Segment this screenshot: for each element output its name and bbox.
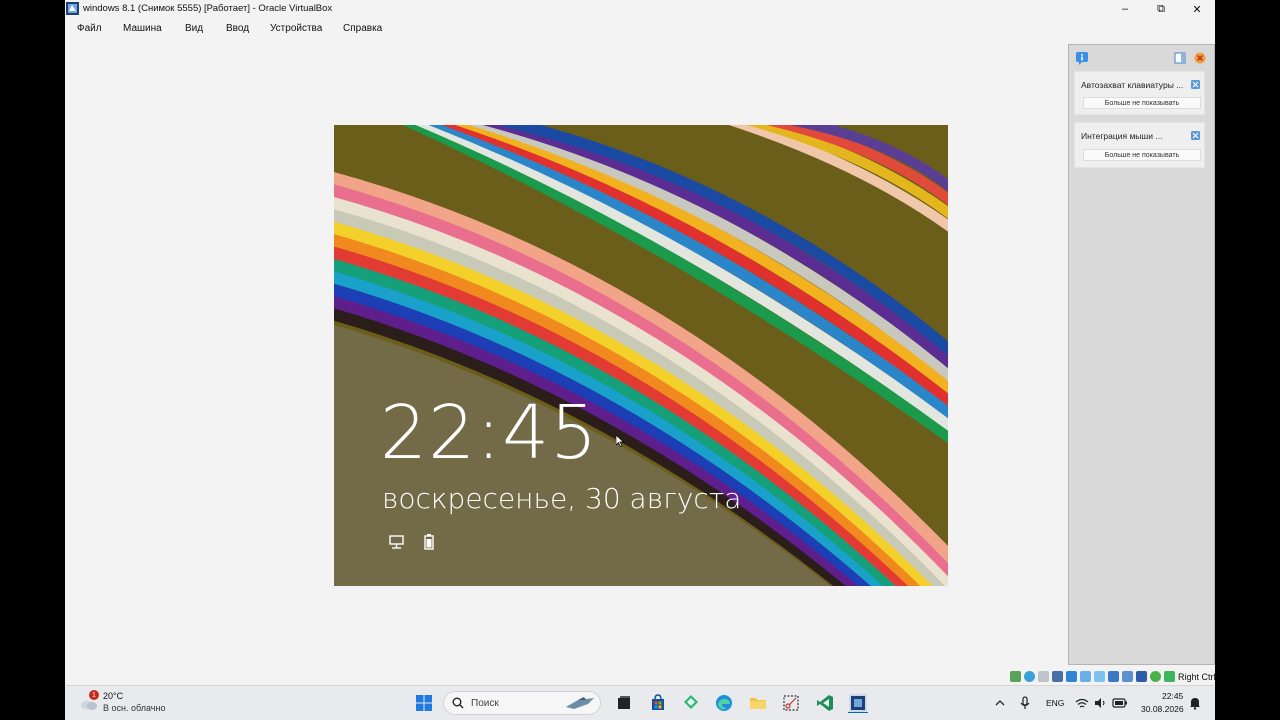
notification-mouse-integration: Интеграция мыши ... Больше не показывать [1074,122,1205,168]
language-indicator[interactable]: ENG [1046,698,1064,708]
menu-input[interactable]: Ввод [226,23,249,34]
host-taskbar: 1 20°C В осн. облачно Поиск ENG 22:45 30… [65,685,1215,720]
minimize-button[interactable]: – [1107,0,1143,18]
menu-help[interactable]: Справка [343,23,382,34]
close-icon[interactable] [1191,80,1200,89]
file-explorer-icon[interactable] [748,693,768,713]
tray-clock-time[interactable]: 22:45 [1162,691,1183,701]
search-icon [452,697,464,709]
toggle-panel-icon[interactable] [1173,51,1187,65]
notification-bell-icon[interactable] [1188,693,1202,713]
restore-button[interactable]: ⧉ [1143,0,1179,18]
title-bar[interactable]: windows 8.1 (Снимок 5555) [Работает] - O… [65,0,1215,18]
snipping-tool-icon[interactable] [781,693,801,713]
info-icon[interactable] [1075,51,1089,65]
audio-icon[interactable] [1052,671,1063,682]
battery-icon [424,534,434,550]
copilot-icon[interactable] [681,693,701,713]
cpu-icon[interactable] [1136,671,1147,682]
menu-file[interactable]: Файл [77,23,102,34]
vm-status-bar: Right Ctrl [1010,669,1215,685]
menu-view[interactable]: Вид [185,23,203,34]
keyboard-capture-icon[interactable] [1164,671,1175,682]
lock-screen-time: 22:45 [380,390,599,476]
lock-screen-date: воскресенье, 30 августа [382,482,742,515]
floppy-icon[interactable] [1038,671,1049,682]
search-box[interactable]: Поиск [443,691,601,715]
optical-drive-icon[interactable] [1024,671,1035,682]
search-highlight-icon [566,697,594,709]
notification-keyboard-capture: Автозахват клавиатуры ... Больше не пока… [1074,71,1205,115]
notification-center: Автозахват клавиатуры ... Больше не пока… [1068,44,1215,665]
microphone-icon[interactable] [1018,693,1032,713]
notification-title: Интеграция мыши ... [1081,131,1163,141]
dont-show-again-button[interactable]: Больше не показывать [1083,149,1201,161]
recording-icon[interactable] [1122,671,1133,682]
notification-title: Автозахват клавиатуры ... [1081,80,1184,90]
window-title: windows 8.1 (Снимок 5555) [Работает] - O… [83,3,333,14]
host-key-label: Right Ctrl [1178,672,1215,682]
task-view-icon[interactable] [614,693,634,713]
network-icon [389,535,404,549]
edge-icon[interactable] [714,693,734,713]
virtualbox-app-icon [66,2,79,15]
vscode-icon[interactable] [815,693,835,713]
start-icon[interactable] [414,693,434,713]
lock-screen-wallpaper [334,125,948,586]
dismiss-all-icon[interactable] [1193,51,1207,65]
usb-icon[interactable] [1080,671,1091,682]
volume-icon[interactable] [1093,693,1107,713]
close-icon[interactable] [1191,131,1200,140]
mouse-cursor-icon [616,435,624,447]
weather-badge: 1 [89,690,99,700]
weather-temperature[interactable]: 20°C [103,691,123,701]
menu-devices[interactable]: Устройства [270,23,322,34]
virtualbox-taskbar-icon[interactable] [848,693,868,713]
dont-show-again-button[interactable]: Больше не показывать [1083,97,1201,109]
display-icon[interactable] [1108,671,1119,682]
weather-description[interactable]: В осн. облачно [103,703,165,713]
store-icon[interactable] [648,693,668,713]
wifi-icon[interactable] [1075,693,1089,713]
tray-clock-date[interactable]: 30.08.2026 [1141,704,1184,714]
search-placeholder: Поиск [471,698,499,709]
menu-bar: Файл Машина Вид Ввод Устройства Справка [65,19,1215,39]
menu-machine[interactable]: Машина [123,23,162,34]
battery-tray-icon[interactable] [1111,693,1129,713]
hard-disk-icon[interactable] [1010,671,1021,682]
shared-folders-icon[interactable] [1094,671,1105,682]
virtualbox-window: windows 8.1 (Снимок 5555) [Работает] - O… [65,0,1215,720]
chevron-up-icon[interactable] [993,693,1007,713]
vm-display[interactable]: 22:45 воскресенье, 30 августа [334,125,948,586]
network-adapter-icon[interactable] [1066,671,1077,682]
mouse-integration-icon[interactable] [1150,671,1161,682]
close-button[interactable]: ✕ [1179,0,1215,18]
